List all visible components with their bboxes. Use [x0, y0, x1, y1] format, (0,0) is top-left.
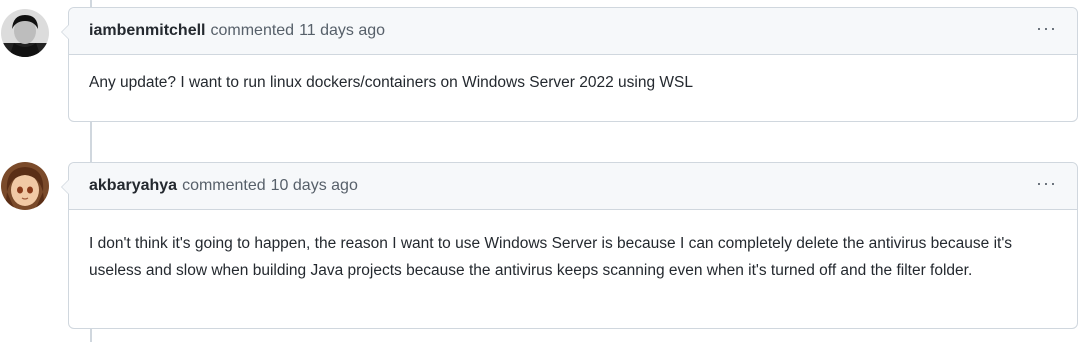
comment-box: akbaryahya commented 10 days ago ··· I d… [61, 162, 1078, 329]
avatar-image [1, 162, 49, 210]
avatar[interactable] [1, 162, 49, 210]
comment-timestamp[interactable]: 10 days ago [271, 177, 358, 195]
timeline-line-bottom [90, 329, 92, 342]
kebab-menu-icon[interactable]: ··· [1036, 19, 1057, 43]
kebab-menu-icon[interactable]: ··· [1036, 174, 1057, 198]
comment-timestamp[interactable]: 11 days ago [299, 22, 385, 40]
comment-action: commented [210, 22, 295, 39]
comment-author[interactable]: akbaryahya [89, 177, 177, 195]
comment-author[interactable]: iambenmitchell [89, 22, 205, 40]
avatar-image [1, 9, 49, 57]
comment-body: I don't think it's going to happen, the … [89, 235, 1013, 279]
timeline-line-middle [90, 122, 92, 162]
comment-header: iambenmitchell commented 11 days ago ··· [69, 8, 1077, 55]
comment-action: commented [182, 177, 266, 194]
comment-box: iambenmitchell commented 11 days ago ···… [61, 7, 1078, 122]
comment-header: akbaryahya commented 10 days ago ··· [69, 163, 1077, 210]
comment-body: Any update? I want to run linux dockers/… [89, 74, 693, 91]
avatar[interactable] [1, 9, 49, 57]
